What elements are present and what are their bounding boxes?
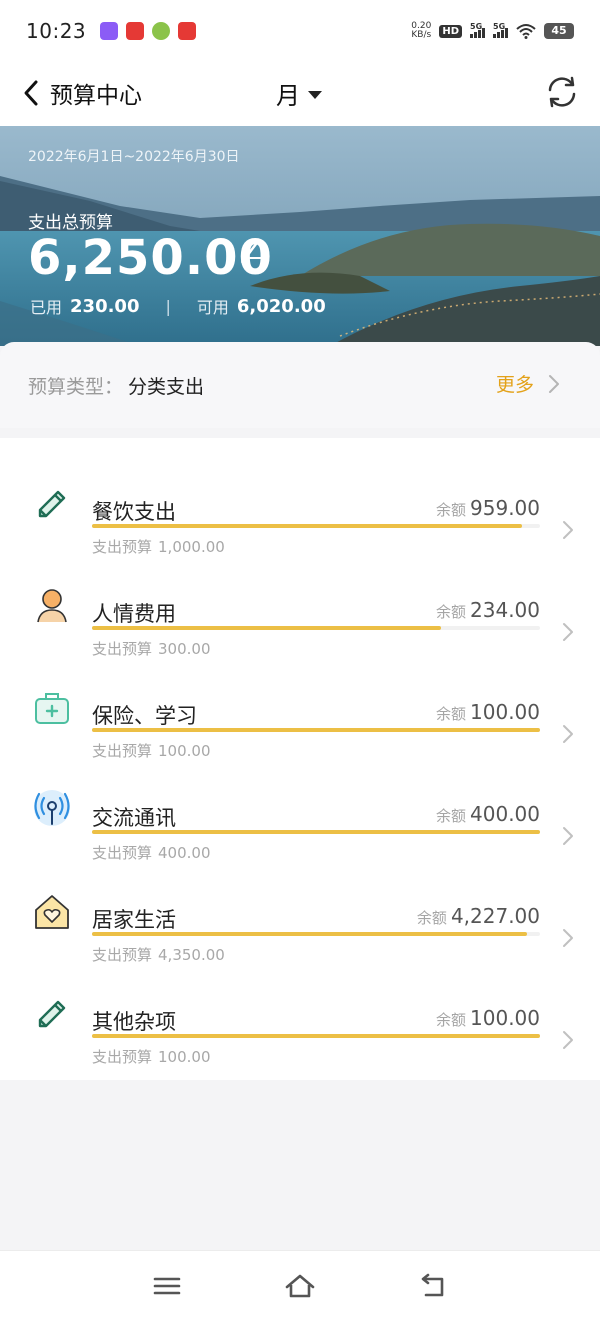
total-budget-value: 6,250.00 bbox=[28, 230, 273, 286]
chevron-right-icon bbox=[549, 374, 560, 393]
status-bar: 10:23 0.20 KB/s HD 5G 5G 45 bbox=[0, 0, 600, 62]
category-name: 交流通讯 bbox=[92, 806, 176, 830]
app-notification-icon bbox=[178, 22, 197, 40]
top-app-bar: 预算中心 月 bbox=[0, 62, 600, 126]
remaining-balance: 余额 100.00 bbox=[436, 700, 540, 724]
app-notification-icon bbox=[100, 22, 119, 40]
chevron-right-icon bbox=[563, 623, 573, 641]
more-label: 更多 bbox=[496, 374, 535, 396]
caret-down-icon bbox=[308, 90, 322, 99]
usage-summary: 已用 230.00 | 可用 6,020.00 bbox=[30, 294, 326, 318]
antenna-icon bbox=[34, 790, 70, 826]
category-budget: 支出预算 1,000.00 bbox=[92, 538, 225, 556]
budget-type-value: 分类支出 bbox=[128, 376, 205, 398]
chevron-right-icon bbox=[563, 521, 573, 539]
budget-progress-bar bbox=[92, 728, 540, 732]
signal-icon: 5G bbox=[493, 22, 508, 38]
refresh-icon[interactable] bbox=[544, 74, 580, 110]
chevron-right-icon bbox=[563, 929, 573, 947]
budget-item-dining[interactable]: 餐饮支出 余额 959.00 支出预算 1,000.00 bbox=[0, 458, 600, 560]
status-time: 10:23 bbox=[26, 19, 87, 43]
budget-type-row: 预算类型： 分类支出 更多 bbox=[0, 342, 600, 428]
remaining-balance: 余额 400.00 bbox=[436, 802, 540, 826]
person-icon bbox=[37, 589, 67, 623]
back-icon[interactable] bbox=[20, 78, 42, 108]
divider: | bbox=[165, 296, 171, 316]
period-label: 月 bbox=[276, 82, 300, 110]
hd-badge: HD bbox=[439, 24, 462, 38]
budget-item-social[interactable]: 人情费用 余额 234.00 支出预算 300.00 bbox=[0, 560, 600, 662]
budget-type-label: 预算类型： bbox=[28, 376, 124, 398]
pencil-icon bbox=[38, 490, 66, 518]
available-value: 6,020.00 bbox=[236, 295, 326, 317]
home-heart-icon bbox=[35, 895, 69, 929]
category-name: 餐饮支出 bbox=[92, 500, 176, 524]
category-budget: 支出预算 100.00 bbox=[92, 1048, 211, 1066]
available-label: 可用 bbox=[196, 298, 229, 317]
category-name: 其他杂项 bbox=[92, 1010, 176, 1034]
category-name: 居家生活 bbox=[92, 908, 176, 932]
remaining-balance: 余额 4,227.00 bbox=[416, 904, 540, 928]
wifi-icon bbox=[516, 24, 536, 39]
budget-progress-bar bbox=[92, 524, 540, 528]
budget-progress-bar bbox=[92, 932, 540, 936]
chevron-right-icon bbox=[563, 827, 573, 845]
period-dropdown[interactable]: 月 bbox=[276, 76, 322, 111]
menu-icon[interactable] bbox=[150, 1271, 184, 1301]
category-budget: 支出预算 400.00 bbox=[92, 844, 211, 862]
budget-item-home-living[interactable]: 居家生活 余额 4,227.00 支出预算 4,350.00 bbox=[0, 866, 600, 968]
remaining-balance: 余额 100.00 bbox=[436, 1006, 540, 1030]
remaining-balance: 余额 234.00 bbox=[436, 598, 540, 622]
used-value: 230.00 bbox=[70, 295, 140, 317]
used-label: 已用 bbox=[30, 298, 63, 317]
category-name: 人情费用 bbox=[92, 602, 176, 626]
category-name: 保险、学习 bbox=[92, 704, 197, 728]
system-navigation-bar bbox=[0, 1250, 600, 1320]
app-notification-icon bbox=[152, 22, 171, 40]
budget-item-communication[interactable]: 交流通讯 余额 400.00 支出预算 400.00 bbox=[0, 764, 600, 866]
category-budget: 支出预算 300.00 bbox=[92, 640, 211, 658]
status-indicators: 0.20 KB/s HD 5G 5G 45 bbox=[411, 22, 574, 40]
edit-icon[interactable] bbox=[238, 240, 264, 266]
app-notification-icon bbox=[126, 22, 145, 40]
budget-progress-bar bbox=[92, 626, 540, 630]
medical-kit-icon bbox=[35, 693, 69, 724]
network-speed: 0.20 KB/s bbox=[411, 21, 432, 40]
budget-item-insurance-study[interactable]: 保险、学习 余额 100.00 支出预算 100.00 bbox=[0, 662, 600, 764]
budget-progress-bar bbox=[92, 1034, 540, 1038]
budget-progress-bar bbox=[92, 830, 540, 834]
back-nav-icon[interactable] bbox=[416, 1271, 450, 1301]
pencil-icon bbox=[38, 1000, 66, 1028]
category-budget: 支出预算 4,350.00 bbox=[92, 946, 225, 964]
budget-summary-banner: 2022年6月1日~2022年6月30日 支出总预算 6,250.00 已用 2… bbox=[0, 126, 600, 346]
chevron-right-icon bbox=[563, 725, 573, 743]
date-range: 2022年6月1日~2022年6月30日 bbox=[28, 149, 240, 165]
battery-icon: 45 bbox=[544, 23, 574, 39]
notification-app-icons bbox=[100, 22, 197, 40]
category-budget: 支出预算 100.00 bbox=[92, 742, 211, 760]
budget-item-miscellaneous[interactable]: 其他杂项 余额 100.00 支出预算 100.00 bbox=[0, 968, 600, 1070]
more-button[interactable]: 更多 bbox=[496, 370, 560, 397]
signal-icon: 5G bbox=[470, 22, 485, 38]
page-title: 预算中心 bbox=[50, 83, 142, 109]
home-icon[interactable] bbox=[283, 1271, 317, 1301]
chevron-right-icon bbox=[563, 1031, 573, 1049]
remaining-balance: 余额 959.00 bbox=[436, 496, 540, 520]
budget-category-list: 餐饮支出 余额 959.00 支出预算 1,000.00 人情费用 余额 234.… bbox=[0, 438, 600, 1080]
